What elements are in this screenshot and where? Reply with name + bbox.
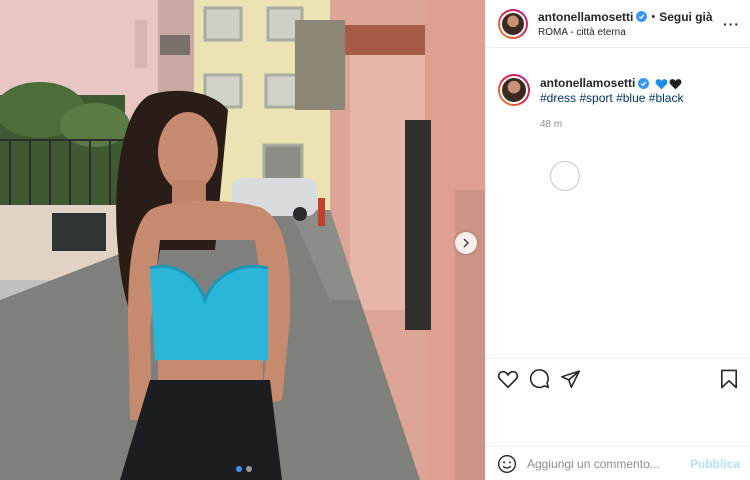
blue-heart-icon [655,78,668,89]
like-button[interactable] [497,369,519,389]
loading-spinner-icon [550,161,580,191]
hashtags: #dress #sport #blue #black [540,91,683,106]
hashtag-link[interactable]: #dress [540,91,576,105]
post-caption: antonellamosetti #dress #sport #blue #bl… [486,48,750,132]
next-photo-button[interactable] [455,232,477,254]
location-link[interactable]: ROMA - città eterna [538,27,720,38]
share-button[interactable] [560,369,581,389]
street-photo-image [0,0,485,480]
emoji-button[interactable] [497,454,517,474]
avatar[interactable] [498,8,528,39]
heart-icon [497,370,519,388]
action-bar [485,358,750,398]
comment-button[interactable] [529,368,550,389]
separator: • [651,10,656,23]
following-button[interactable]: Segui già [659,10,712,24]
hashtag-link[interactable]: #black [649,91,684,105]
username-link[interactable]: antonellamosetti [538,10,633,24]
black-heart-icon [669,78,682,89]
comment-icon [529,369,550,389]
comment-input[interactable] [527,456,690,471]
post-photo[interactable] [0,0,485,480]
carousel-dots [236,466,252,472]
post-timestamp[interactable]: 48 m [540,117,683,132]
publish-button[interactable]: Pubblica [690,457,740,471]
emoji-icon [498,454,516,473]
hashtag-link[interactable]: #sport [579,91,612,105]
post-header: antonellamosetti • Segui già ROMA - citt… [486,0,750,48]
carousel-dot-active [236,466,242,472]
caption-avatar[interactable] [498,74,530,106]
more-options-icon[interactable]: ··· [720,16,740,32]
bookmark-icon [720,369,738,388]
chevron-right-icon [463,238,470,248]
share-icon [560,369,581,388]
carousel-dot [246,466,252,472]
hashtag-link[interactable]: #blue [616,91,645,105]
verified-badge-icon [636,11,648,22]
caption-username-link[interactable]: antonellamosetti [540,76,635,91]
post-side-panel: antonellamosetti • Segui già ROMA - citt… [485,0,750,480]
comment-bar: Pubblica [485,446,750,480]
save-button[interactable] [720,369,738,389]
verified-badge-icon [638,78,650,89]
